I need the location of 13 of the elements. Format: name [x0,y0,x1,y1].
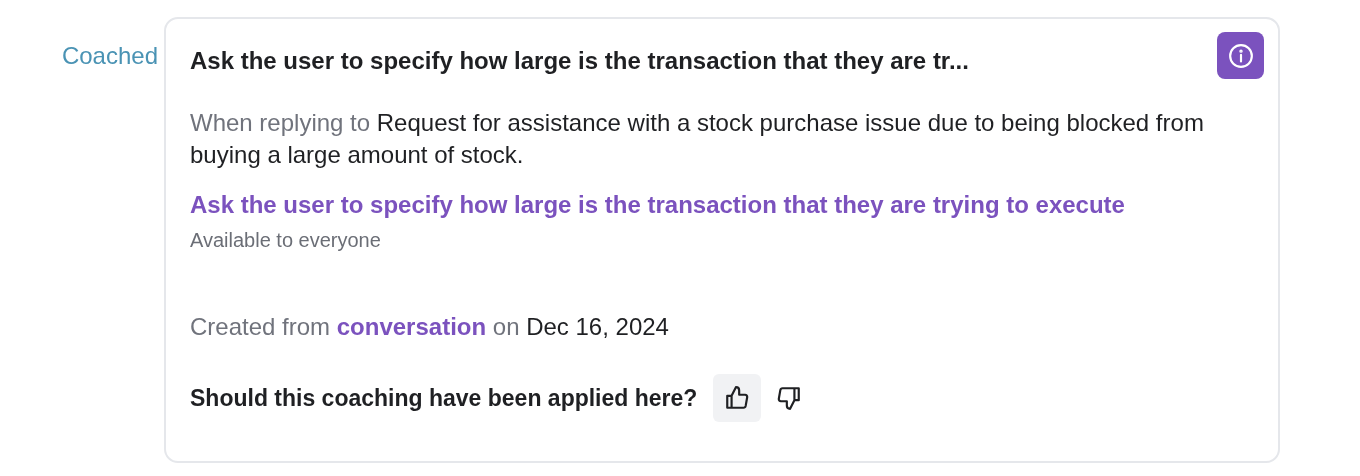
coaching-link[interactable]: Ask the user to specify how large is the transaction that they are trying to execute [190,189,1254,221]
thumbs-down-icon [776,385,803,411]
info-button[interactable] [1217,32,1264,79]
feedback-question: Should this coaching have been applied here? [190,383,698,413]
coached-label: Coached [60,41,158,71]
thumbs-up-button[interactable] [713,374,762,422]
thumbs-up-icon [724,385,751,411]
card-title: Ask the user to specify how large is the transaction that they are tr... [190,46,969,76]
created-text: Created from conversation on Dec 16, 2024 [190,312,670,342]
reply-context-text: When replying to Request for assistance with a stock purchase issue due to being blocked from buying a large amount of stock. [190,108,1205,170]
info-icon [1227,42,1254,69]
availability-text: Available to everyone [190,228,382,253]
conversation-link[interactable]: conversation [336,313,487,340]
